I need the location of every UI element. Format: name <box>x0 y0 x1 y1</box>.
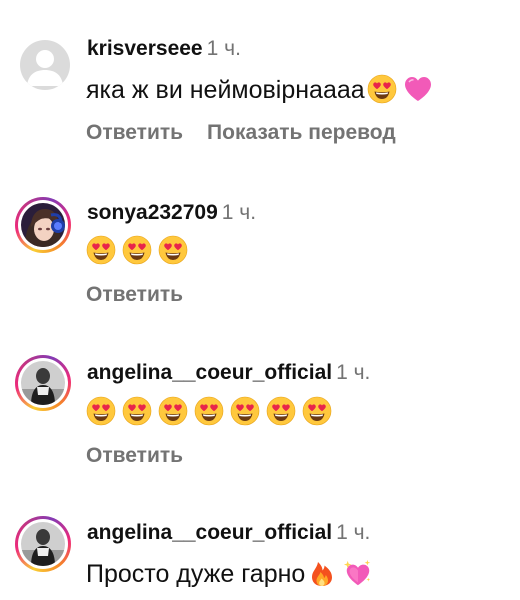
pink-heart-icon <box>403 76 432 102</box>
sparkling-heart-icon <box>344 559 371 586</box>
avatar[interactable] <box>15 355 71 411</box>
username[interactable]: krisverseee <box>87 37 203 60</box>
heart-eyes-face-icon <box>367 74 397 104</box>
reply-button[interactable]: Ответить <box>86 444 183 468</box>
heart-eyes-face-icon <box>122 235 152 265</box>
comment-meta: krisverseee 1 ч. <box>87 37 241 61</box>
timestamp: 1 ч. <box>221 201 257 224</box>
comment-meta: angelina__coeur_official 1 ч. <box>87 361 370 385</box>
comment-actions: Ответить Показать перевод <box>86 121 420 145</box>
heart-eyes-face-icon <box>158 396 188 426</box>
anime-avatar-image <box>21 203 65 247</box>
heart-eyes-face-icon <box>86 235 116 265</box>
comment-item: sonya232709 1 ч. Ответить <box>0 180 520 340</box>
reply-button[interactable]: Ответить <box>86 121 183 145</box>
avatar-photo <box>21 203 65 247</box>
comment-item: angelina__coeur_official 1 ч. Просто дуже… <box>0 500 520 600</box>
reply-button[interactable]: Ответить <box>86 283 183 307</box>
profile-photo-image <box>21 361 65 405</box>
comment-text: яка ж ви неймовірнаааа <box>86 74 439 105</box>
comment-actions: Ответить <box>86 283 207 307</box>
comment-text <box>86 235 194 266</box>
default-avatar-icon <box>27 50 63 86</box>
username[interactable]: angelina__coeur_official <box>87 521 332 544</box>
heart-eyes-face-icon <box>230 396 260 426</box>
comment-actions: Ответить <box>86 444 207 468</box>
heart-eyes-face-icon <box>122 396 152 426</box>
fire-icon <box>312 562 333 586</box>
avatar[interactable] <box>15 516 71 572</box>
avatar-photo <box>21 522 65 566</box>
timestamp: 1 ч. <box>336 361 371 384</box>
heart-eyes-face-icon <box>194 396 224 426</box>
comment-text-content: яка ж ви неймовірнаааа <box>86 76 365 104</box>
timestamp: 1 ч. <box>336 521 371 544</box>
username[interactable]: angelina__coeur_official <box>87 361 332 384</box>
comment-item: angelina__coeur_official 1 ч. Ответить <box>0 340 520 500</box>
heart-eyes-face-icon <box>158 235 188 265</box>
show-translation-button[interactable]: Показать перевод <box>207 121 396 145</box>
heart-eyes-face-icon <box>266 396 296 426</box>
avatar-border <box>18 200 68 250</box>
comment-meta: angelina__coeur_official 1 ч. <box>87 521 370 545</box>
comment-text: Просто дуже гарно <box>86 558 379 589</box>
avatar-photo <box>21 361 65 405</box>
comment-text <box>86 396 338 427</box>
username[interactable]: sonya232709 <box>87 201 218 224</box>
comment-text-content: Просто дуже гарно <box>86 560 306 588</box>
heart-eyes-face-icon <box>302 396 332 426</box>
avatar[interactable] <box>20 40 70 90</box>
avatar[interactable] <box>15 197 71 253</box>
heart-eyes-face-icon <box>86 396 116 426</box>
comment-item: krisverseee 1 ч. яка ж ви неймовірнаааа О… <box>0 0 520 180</box>
timestamp: 1 ч. <box>206 37 241 60</box>
profile-photo-image <box>21 522 65 566</box>
comment-meta: sonya232709 1 ч. <box>87 201 256 225</box>
avatar-border <box>18 358 68 408</box>
avatar-border <box>18 519 68 569</box>
